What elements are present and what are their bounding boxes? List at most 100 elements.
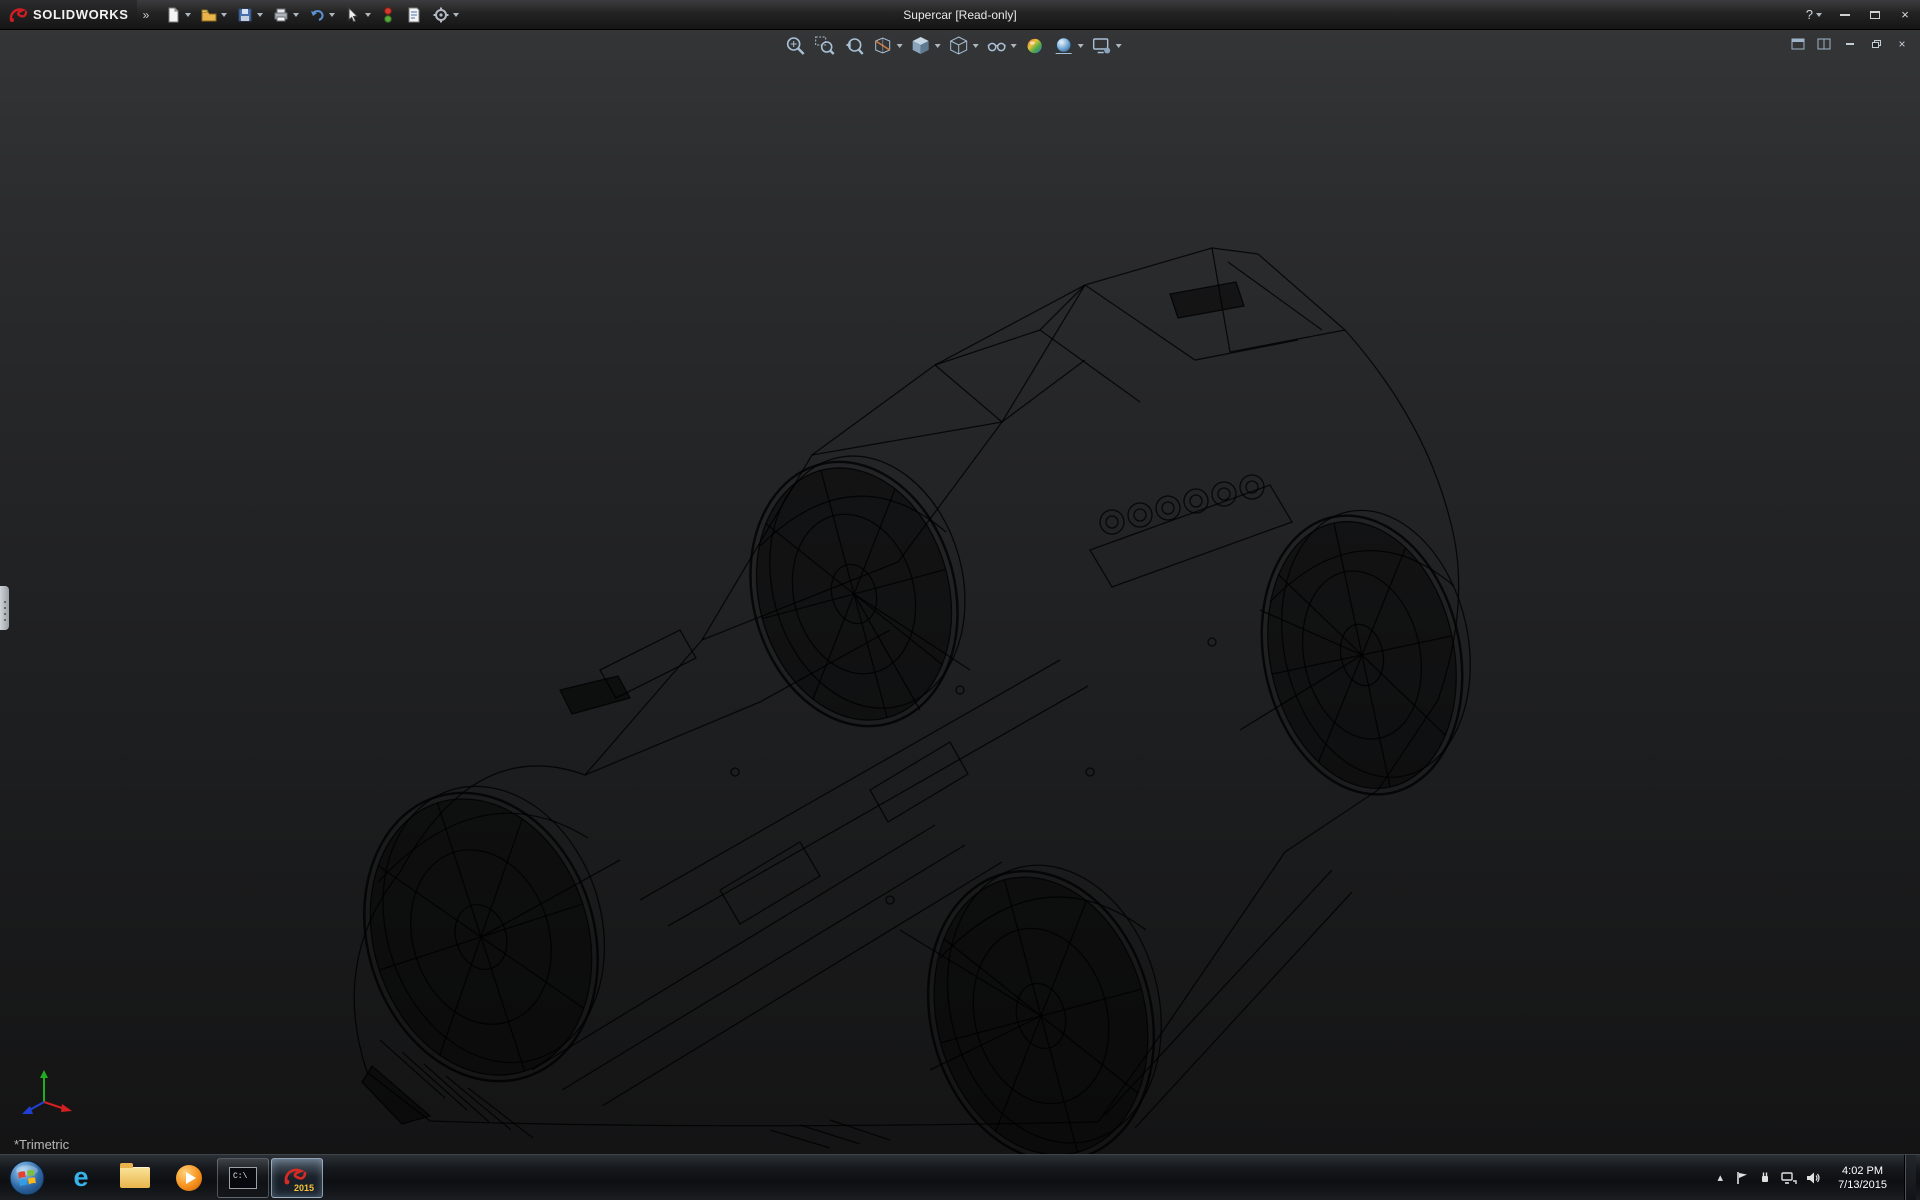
display-style-button[interactable] [946,34,981,58]
rebuild-button[interactable] [377,3,399,27]
zoom-to-fit-button[interactable] [783,34,809,58]
select-button[interactable] [341,3,374,27]
file-properties-icon [405,6,423,24]
edit-appearance-icon [1024,35,1046,57]
minimize-button[interactable] [1830,4,1860,26]
show-hidden-icons-button[interactable]: ▴ [1715,1171,1727,1184]
graphics-viewport[interactable]: × *Trimetric [0,30,1920,1154]
zoom-to-area-button[interactable] [812,34,838,58]
taskbar-command-prompt[interactable]: C:\ [217,1158,269,1198]
save-button[interactable] [233,3,266,27]
open-button[interactable] [197,3,230,27]
view-settings-button[interactable] [1089,34,1124,58]
chevron-down-icon [1816,13,1822,17]
help-button[interactable]: ? [1798,7,1830,22]
power-options-button[interactable] [1758,1171,1772,1185]
previous-view-icon [843,35,865,57]
window-controls: ? × [1798,0,1920,29]
volume-button[interactable] [1806,1171,1821,1185]
clock-date: 7/13/2015 [1838,1178,1887,1192]
show-desktop-button[interactable] [1904,1155,1916,1200]
action-center-flag-icon [1735,1171,1749,1185]
undo-icon [308,6,326,24]
engine-intake-cluster [1090,475,1292,587]
hide-show-items-icon [986,35,1008,57]
solidworks-year-badge: 2015 [294,1183,314,1193]
doc-close-button[interactable]: × [1892,36,1912,52]
taskbar-file-explorer[interactable] [109,1158,161,1198]
chevron-down-icon [453,13,459,17]
apply-scene-button[interactable] [1051,34,1086,58]
previous-view-button[interactable] [841,34,867,58]
menu-expand-arrow[interactable]: » [137,8,156,22]
apply-scene-icon [1053,35,1075,57]
options-button[interactable] [429,3,462,27]
taskbar-media-player[interactable] [163,1158,215,1198]
view-settings-icon [1091,35,1113,57]
chevron-down-icon [257,13,263,17]
edit-appearance-button[interactable] [1022,34,1048,58]
chevron-down-icon [1078,44,1084,48]
section-view-button[interactable] [870,34,905,58]
new-document-button[interactable] [161,3,194,27]
wheel-front-right [896,841,1195,1154]
power-plug-icon [1758,1171,1772,1185]
zoom-to-area-icon [814,35,836,57]
print-icon [272,6,290,24]
zoom-to-fit-icon [785,35,807,57]
app-brand: SOLIDWORKS [0,0,137,29]
reference-triad [18,1064,78,1120]
restore-icon [1872,40,1881,48]
internet-explorer-icon: e [73,1164,88,1191]
wheel-rear-right [1236,493,1497,814]
app-brand-name: SOLIDWORKS [33,7,129,22]
media-player-icon [176,1165,202,1191]
wireframe-car-model [0,30,1920,1154]
display-style-icon [948,35,970,57]
start-button[interactable] [0,1155,54,1200]
chevron-down-icon [1116,44,1122,48]
command-prompt-icon: C:\ [229,1167,257,1189]
view-orientation-cube-icon [910,35,932,57]
chevron-down-icon [935,44,941,48]
print-button[interactable] [269,3,302,27]
rebuild-icon [380,6,396,24]
volume-icon [1806,1171,1821,1185]
wheel-front-left [327,757,643,1111]
taskbar-solidworks[interactable]: 2015 [271,1158,323,1198]
doc-minimize-button[interactable] [1840,36,1860,52]
chevron-down-icon [897,44,903,48]
file-properties-button[interactable] [402,3,426,27]
window-panel-icon [1791,38,1805,50]
doc-restore-button[interactable] [1866,36,1886,52]
minimize-icon [1846,43,1854,45]
undo-button[interactable] [305,3,338,27]
feature-manager-collapse-handle[interactable] [0,586,9,630]
network-button[interactable] [1781,1171,1797,1185]
titlebar: SOLIDWORKS » [0,0,1920,30]
new-window-button[interactable] [1788,36,1808,52]
solidworks-logo-icon [8,5,28,25]
minimize-icon [1840,14,1850,16]
view-orientation-label: *Trimetric [14,1137,69,1152]
save-icon [236,6,254,24]
chevron-down-icon [221,13,227,17]
wheel-rear-left [721,434,996,750]
taskbar-clock[interactable]: 4:02 PM 7/13/2015 [1830,1164,1895,1192]
maximize-button[interactable] [1860,4,1890,26]
headsup-view-toolbar [783,34,1124,58]
view-orientation-button[interactable] [908,34,943,58]
split-window-button[interactable] [1814,36,1834,52]
document-window-controls: × [1788,36,1912,52]
split-window-icon [1817,38,1831,50]
clock-time: 4:02 PM [1838,1164,1887,1178]
chevron-down-icon [973,44,979,48]
close-icon: × [1901,7,1909,22]
taskbar-internet-explorer[interactable]: e [55,1158,107,1198]
hide-show-items-button[interactable] [984,34,1019,58]
action-center-button[interactable] [1735,1171,1749,1185]
section-view-icon [872,35,894,57]
close-button[interactable]: × [1890,4,1920,26]
open-icon [200,6,218,24]
start-orb-icon [7,1158,47,1198]
